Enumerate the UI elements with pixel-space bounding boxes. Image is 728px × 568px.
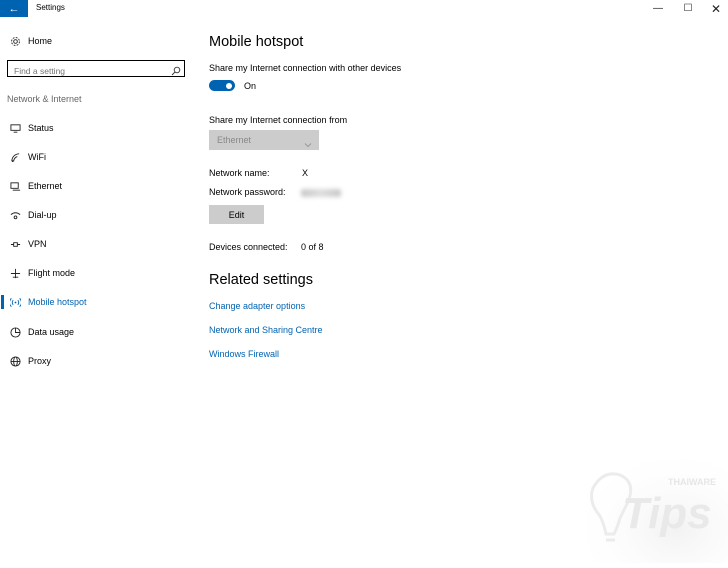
link-network-sharing-centre[interactable]: Network and Sharing Centre (209, 325, 323, 335)
page-title: Mobile hotspot (209, 34, 304, 50)
minimize-button[interactable]: — (644, 0, 672, 17)
sidebar-item-label: Proxy (28, 356, 52, 366)
data-usage-icon (9, 326, 21, 338)
hotspot-toggle[interactable] (209, 80, 235, 91)
dialup-icon (9, 209, 21, 221)
toggle-knob (226, 82, 232, 89)
sidebar-item-dialup[interactable]: Dial-up (0, 205, 196, 225)
sidebar-item-label: Mobile hotspot (28, 297, 87, 307)
chevron-down-icon (304, 136, 312, 148)
active-indicator (1, 295, 4, 309)
dropdown-value: Ethernet (217, 135, 252, 145)
maximize-button[interactable]: ☐ (674, 0, 702, 17)
sidebar-item-data-usage[interactable]: Data usage (0, 322, 196, 342)
edit-button[interactable]: Edit (209, 205, 264, 224)
ethernet-icon (9, 180, 21, 192)
related-settings-title: Related settings (209, 272, 313, 288)
status-icon (9, 122, 21, 134)
back-arrow-icon: ← (8, 2, 20, 15)
sidebar-item-label: Status (28, 123, 54, 133)
share-from-label: Share my Internet connection from (209, 115, 348, 125)
sidebar-item-label: Dial-up (28, 210, 57, 220)
network-name-label: Network name: (209, 168, 270, 178)
globe-icon (9, 355, 21, 367)
wifi-icon (9, 151, 21, 163)
network-password-value-blurred (301, 189, 341, 197)
watermark-text-large: Tips (622, 489, 712, 538)
search-box[interactable] (7, 60, 185, 79)
sidebar-item-label: VPN (28, 239, 47, 249)
devices-connected-value: 0 of 8 (301, 242, 324, 252)
sidebar-item-wifi[interactable]: WiFi (0, 147, 196, 167)
sidebar-item-proxy[interactable]: Proxy (0, 351, 196, 371)
gear-icon (9, 35, 21, 47)
share-label: Share my Internet connection with other … (209, 63, 402, 73)
link-change-adapter-options[interactable]: Change adapter options (209, 301, 305, 311)
sidebar-item-label: Flight mode (28, 268, 76, 278)
hotspot-icon (9, 296, 21, 308)
sidebar-item-label: WiFi (28, 152, 46, 162)
sidebar-item-label: Data usage (28, 327, 75, 337)
toggle-state-label: On (244, 81, 257, 91)
window-title: Settings (36, 3, 65, 12)
sidebar-item-home[interactable]: Home (0, 31, 196, 51)
network-password-label: Network password: (209, 187, 286, 197)
devices-connected-label: Devices connected: (209, 242, 288, 252)
airplane-icon (9, 267, 21, 279)
watermark-logo: THAIWARE Tips (548, 430, 728, 568)
sidebar: Home Network & Internet Status WiFi Ethe… (0, 17, 196, 563)
sidebar-item-ethernet[interactable]: Ethernet (0, 176, 196, 196)
close-icon: ✕ (710, 1, 722, 16)
close-button[interactable]: ✕ (702, 0, 728, 17)
sidebar-item-vpn[interactable]: VPN (0, 234, 196, 254)
search-icon[interactable] (171, 63, 181, 76)
link-windows-firewall[interactable]: Windows Firewall (209, 349, 279, 359)
sidebar-item-mobile-hotspot[interactable]: Mobile hotspot (0, 292, 196, 312)
vpn-icon (9, 238, 21, 250)
sidebar-item-label: Ethernet (28, 181, 63, 191)
minimize-icon: — (653, 3, 663, 14)
sidebar-item-flight-mode[interactable]: Flight mode (0, 263, 196, 283)
watermark-text-small: THAIWARE (668, 477, 716, 487)
search-input[interactable] (8, 63, 164, 79)
maximize-icon: ☐ (683, 3, 693, 14)
title-bar: ← Settings — ☐ ✕ (0, 0, 728, 17)
sidebar-item-status[interactable]: Status (0, 118, 196, 138)
network-name-value: X (302, 168, 309, 178)
back-button[interactable]: ← (0, 0, 28, 17)
section-label: Network & Internet (7, 94, 82, 104)
share-from-dropdown[interactable]: Ethernet (209, 130, 319, 150)
sidebar-item-label: Home (28, 36, 53, 46)
